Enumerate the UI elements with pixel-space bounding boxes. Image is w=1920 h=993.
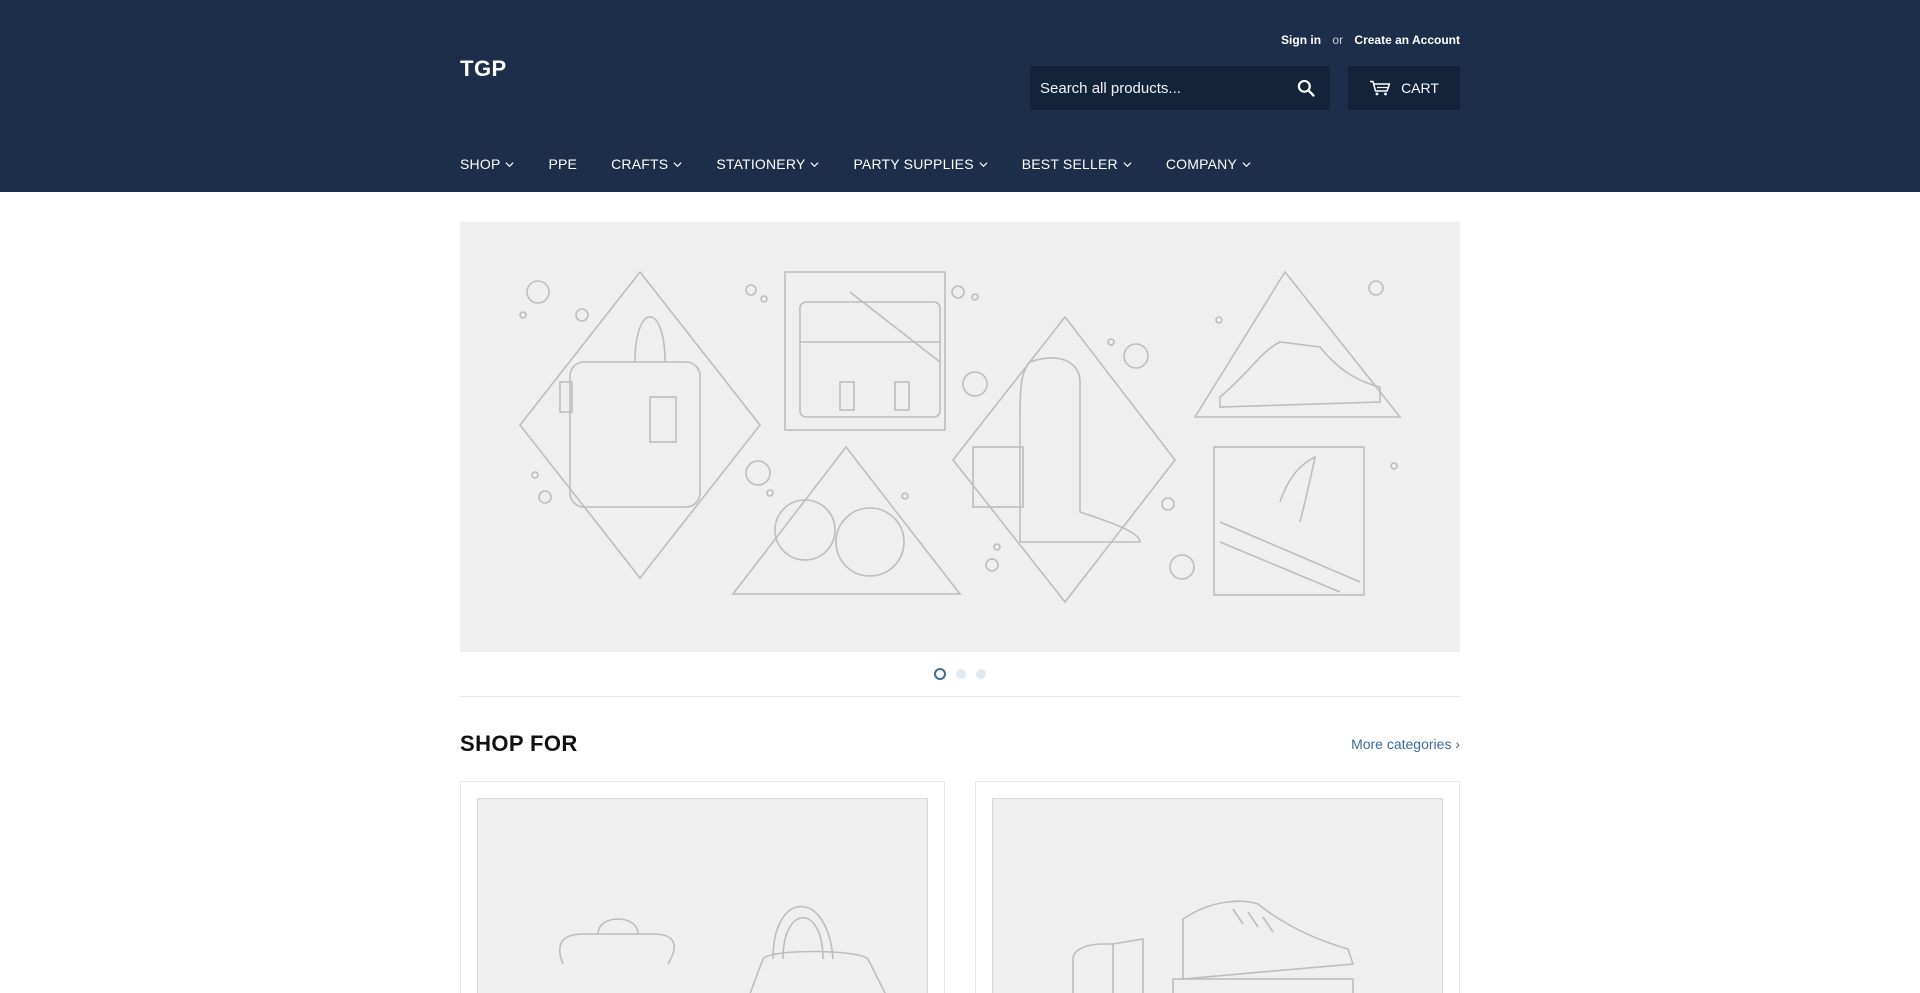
slide-dot-3[interactable]: [976, 669, 986, 679]
chevron-down-icon: [1242, 161, 1251, 167]
cart-button[interactable]: CART: [1348, 66, 1460, 110]
category-grid: [460, 781, 1460, 993]
hero-slideshow[interactable]: [460, 222, 1460, 652]
nav-item-label: STATIONERY: [716, 156, 806, 172]
category-card[interactable]: [975, 781, 1460, 993]
shop-for-header: SHOP FOR More categories ›: [460, 731, 1460, 757]
nav-item-label: COMPANY: [1165, 156, 1237, 172]
chevron-down-icon: [979, 161, 988, 167]
nav-item-label: PPE: [548, 156, 578, 172]
search-icon: [1297, 79, 1315, 97]
nav-item-ppe[interactable]: PPE: [548, 156, 577, 172]
nav-item-label: BEST SELLER: [1021, 156, 1118, 172]
hero-placeholder-illustration: [518, 270, 1402, 604]
nav-item-company[interactable]: COMPANY: [1166, 156, 1251, 172]
cart-label: CART: [1401, 80, 1439, 96]
bags-illustration: [558, 905, 886, 993]
main-content: SHOP FOR More categories ›: [460, 222, 1460, 993]
category-card[interactable]: [460, 781, 945, 993]
or-separator: or: [1332, 33, 1344, 47]
search-button[interactable]: [1292, 74, 1320, 102]
account-links: Sign in or Create an Account: [1281, 33, 1460, 47]
nav-item-stationery[interactable]: STATIONERY: [716, 156, 819, 172]
search-input[interactable]: [1040, 79, 1292, 97]
cart-icon: [1370, 80, 1391, 96]
nav-item-party-supplies[interactable]: PARTY SUPPLIES: [853, 156, 988, 172]
chevron-down-icon: [1123, 161, 1132, 167]
slide-dot-1[interactable]: [934, 668, 946, 680]
nav-item-shop[interactable]: SHOP: [460, 156, 514, 172]
shoes-illustration: [1072, 900, 1355, 993]
category-image: [992, 798, 1443, 993]
section-title: SHOP FOR: [460, 731, 578, 756]
slide-dot-2[interactable]: [956, 669, 966, 679]
main-nav: SHOP PPE CRAFTS STATIONERY PARTY SUPPLIE…: [460, 156, 1251, 172]
nav-item-label: SHOP: [460, 156, 501, 172]
section-divider: [460, 696, 1460, 697]
nav-item-label: CRAFTS: [611, 156, 669, 172]
more-categories-link[interactable]: More categories ›: [1351, 736, 1460, 752]
nav-item-best-seller[interactable]: BEST SELLER: [1022, 156, 1132, 172]
category-image: [477, 798, 928, 993]
search-bar: [1030, 66, 1330, 110]
header-inner: TGP Sign in or Create an Account CART: [460, 0, 1460, 192]
sign-in-link[interactable]: Sign in: [1281, 33, 1321, 47]
chevron-down-icon: [810, 161, 819, 167]
chevron-down-icon: [673, 161, 682, 167]
nav-item-label: PARTY SUPPLIES: [853, 156, 974, 172]
site-logo[interactable]: TGP: [460, 56, 507, 82]
slideshow-pagination: [460, 668, 1460, 680]
nav-item-crafts[interactable]: CRAFTS: [611, 156, 682, 172]
chevron-down-icon: [505, 161, 514, 167]
create-account-link[interactable]: Create an Account: [1354, 33, 1460, 47]
site-header: TGP Sign in or Create an Account CART: [0, 0, 1920, 192]
